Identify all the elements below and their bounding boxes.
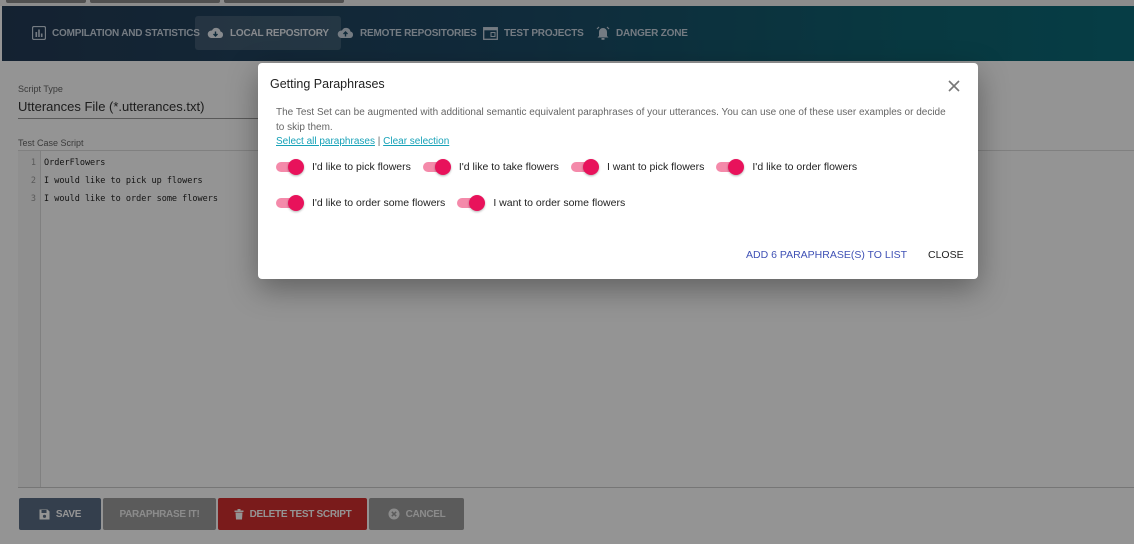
paraphrase-toggle[interactable]: I'd like to pick flowers <box>276 159 411 175</box>
close-button[interactable]: CLOSE <box>928 249 964 261</box>
toggle-switch[interactable] <box>716 159 745 175</box>
paraphrase-label: I'd like to pick flowers <box>312 161 411 173</box>
toggle-switch[interactable] <box>276 195 304 211</box>
add-paraphrases-button[interactable]: ADD 6 PARAPHRASE(S) TO LIST <box>746 249 907 261</box>
link-separator: | <box>377 136 381 147</box>
toggle-switch[interactable] <box>570 159 599 175</box>
paraphrase-toggle[interactable]: I want to order some flowers <box>457 195 625 211</box>
toggle-switch[interactable] <box>276 159 304 175</box>
dialog-title: Getting Paraphrases <box>270 77 385 91</box>
toggle-switch[interactable] <box>457 195 486 211</box>
toggle-switch[interactable] <box>422 159 451 175</box>
paraphrase-label: I'd like to take flowers <box>458 161 559 173</box>
selection-links: Select all paraphrases | Clear selection <box>276 136 449 147</box>
paraphrase-label: I'd like to order flowers <box>752 161 858 173</box>
paraphrase-toggle[interactable]: I'd like to order some flowers <box>276 195 445 211</box>
close-icon[interactable] <box>946 78 962 94</box>
clear-selection-link[interactable]: Clear selection <box>383 136 449 147</box>
paraphrase-label: I want to order some flowers <box>493 197 626 209</box>
paraphrase-label: I want to pick flowers <box>606 161 705 173</box>
select-all-paraphrases-link[interactable]: Select all paraphrases <box>276 136 375 147</box>
paraphrase-toggle[interactable]: I'd like to order flowers <box>716 159 857 175</box>
paraphrase-label: I'd like to order some flowers <box>312 197 446 209</box>
paraphrase-toggle-row: I'd like to pick flowers I'd like to tak… <box>276 159 869 175</box>
dialog-description: The Test Set can be augmented with addit… <box>276 107 946 133</box>
paraphrase-toggle[interactable]: I'd like to take flowers <box>422 159 559 175</box>
paraphrase-toggle[interactable]: I want to pick flowers <box>570 159 705 175</box>
paraphrase-toggle-row: I'd like to order some flowers I want to… <box>276 195 637 211</box>
paraphrases-dialog: Getting Paraphrases The Test Set can be … <box>258 63 978 279</box>
